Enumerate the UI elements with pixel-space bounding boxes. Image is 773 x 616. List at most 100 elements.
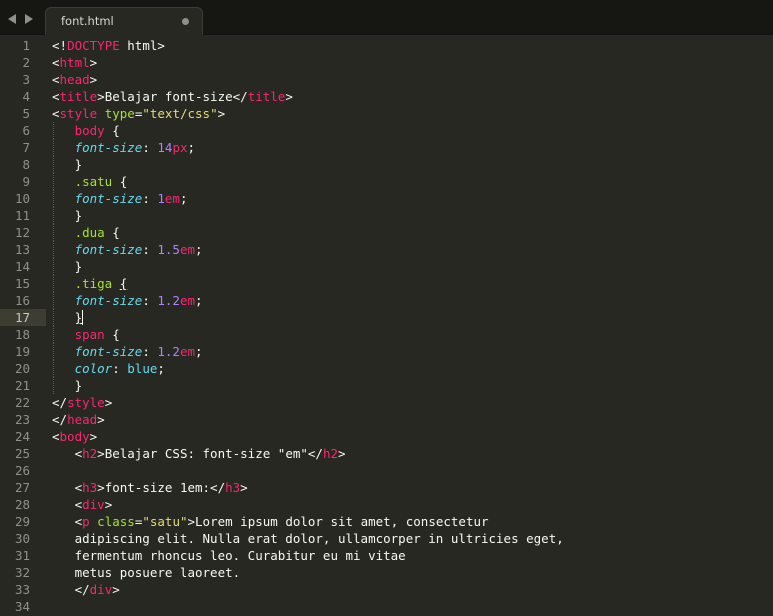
code-line[interactable]: span { — [52, 326, 772, 343]
code-token: > — [240, 480, 248, 495]
code-line[interactable]: <div> — [52, 496, 772, 513]
code-token: .dua — [74, 225, 105, 240]
code-line[interactable]: </div> — [52, 581, 772, 598]
code-area[interactable]: <!DOCTYPE html> <html> <head> <title>Belaja… — [52, 37, 772, 615]
code-token: : — [112, 361, 128, 376]
code-token: div — [82, 497, 105, 512]
code-token: > — [104, 395, 113, 410]
arrow-left-icon[interactable] — [8, 14, 16, 24]
code-token: : — [142, 191, 158, 206]
code-token: > — [285, 89, 293, 104]
line-number: 22 — [14, 395, 30, 410]
code-line[interactable]: .dua { — [52, 224, 772, 241]
indent-guide — [53, 241, 55, 258]
code-line[interactable]: font-size: 14px; — [52, 139, 772, 156]
line-number: 24 — [14, 429, 30, 444]
code-token: font-size — [74, 344, 143, 359]
code-line[interactable]: } — [52, 156, 772, 173]
code-line[interactable]: } — [52, 207, 772, 224]
code-token: < — [52, 429, 60, 444]
line-number: 13 — [14, 242, 30, 257]
code-line[interactable]: <head> — [52, 71, 772, 88]
code-line[interactable]: font-size: 1.5em; — [52, 241, 772, 258]
code-token: 14 — [157, 140, 173, 155]
code-editor[interactable]: 1 2 3 4 5 6 7 8 9 10 11 12 13 14 15 16 17 18 19 20 21 22 23 24 2… — [0, 37, 773, 616]
code-line[interactable]: </style> — [52, 394, 772, 411]
code-token: html — [59, 55, 90, 70]
code-token: < — [52, 446, 83, 461]
code-line[interactable]: font-size: 1em; — [52, 190, 772, 207]
tab-navigation — [8, 11, 38, 24]
line-number: 8 — [22, 157, 30, 172]
code-line[interactable]: body { — [52, 122, 772, 139]
code-token: > — [217, 106, 226, 121]
code-token: } — [74, 310, 83, 325]
code-line[interactable]: } — [52, 258, 772, 275]
code-token: ; — [187, 140, 196, 155]
code-token: ; — [157, 361, 165, 376]
code-token: 1.2 — [157, 344, 180, 359]
line-number-gutter: 1 2 3 4 5 6 7 8 9 10 11 12 13 14 15 16 17 18 19 20 21 22 23 24 2… — [0, 37, 46, 616]
code-line[interactable]: } — [52, 377, 772, 394]
code-token: > — [97, 412, 105, 427]
code-token: : — [142, 140, 158, 155]
code-line[interactable]: <h3>font-size 1em:</h3> — [52, 479, 772, 496]
code-line[interactable]: .satu { — [52, 173, 772, 190]
code-line[interactable]: <!DOCTYPE html> — [52, 37, 772, 54]
code-token: <! — [52, 38, 68, 53]
code-token: 1.5 — [157, 242, 180, 257]
code-line[interactable]: </head> — [52, 411, 772, 428]
code-line[interactable]: <title>Belajar font-size</title> — [52, 88, 772, 105]
code-line[interactable]: font-size: 1.2em; — [52, 343, 772, 360]
code-token: color — [74, 361, 113, 376]
code-line[interactable] — [52, 598, 772, 615]
line-number: 15 — [14, 276, 30, 291]
code-token: { — [119, 276, 128, 291]
code-line[interactable]: <p class="satu">Lorem ipsum dolor sit am… — [52, 513, 772, 530]
code-line[interactable]: metus posuere laoreet. — [52, 564, 772, 581]
code-line[interactable]: <html> — [52, 54, 772, 71]
code-token: class — [97, 514, 135, 529]
code-token: type — [104, 106, 135, 121]
indent-guide — [53, 360, 55, 377]
code-token: h2 — [82, 446, 98, 461]
line-number: 31 — [14, 548, 30, 563]
code-token: metus posuere laoreet. — [52, 565, 241, 580]
line-number: 19 — [14, 344, 30, 359]
code-token: >Lorem ipsum dolor sit amet, consectetur — [187, 514, 489, 529]
code-token: >Belajar CSS: font-size "em"</ — [97, 446, 323, 461]
unsaved-dot-icon[interactable] — [182, 18, 189, 25]
code-token: div — [89, 582, 113, 597]
text-cursor — [82, 310, 84, 325]
code-token: : — [142, 344, 158, 359]
code-token: fermentum rhoncus leo. Curabitur eu mi v… — [52, 548, 406, 563]
code-line[interactable] — [52, 462, 772, 479]
line-number: 23 — [14, 412, 30, 427]
code-token: font-size — [74, 140, 143, 155]
code-line[interactable]: <body> — [52, 428, 772, 445]
code-line[interactable]: <h2>Belajar CSS: font-size "em"</h2> — [52, 445, 772, 462]
code-token: > — [112, 582, 120, 597]
code-line[interactable]: } — [52, 309, 772, 326]
code-line[interactable]: fermentum rhoncus leo. Curabitur eu mi v… — [52, 547, 772, 564]
line-number: 5 — [22, 106, 30, 121]
code-token: html> — [119, 38, 165, 53]
code-line[interactable]: .tiga { — [52, 275, 772, 292]
tab-font-html[interactable]: font.html — [45, 7, 203, 35]
editor-window: font.html 1 2 3 4 5 6 7 8 9 10 11 12 13 14 15 16 17 18 19 2… — [0, 0, 773, 616]
code-token: em — [164, 191, 180, 206]
code-line[interactable]: adipiscing elit. Nulla erat dolor, ullam… — [52, 530, 772, 547]
indent-guide — [53, 309, 55, 326]
line-number: 2 — [22, 55, 30, 70]
arrow-right-icon[interactable] — [25, 14, 33, 24]
code-line[interactable]: <style type="text/css"> — [52, 105, 772, 122]
code-line[interactable]: color: blue; — [52, 360, 772, 377]
code-token: { — [104, 225, 120, 240]
line-number: 20 — [14, 361, 30, 376]
code-token: em — [179, 293, 196, 308]
code-line[interactable]: font-size: 1.2em; — [52, 292, 772, 309]
